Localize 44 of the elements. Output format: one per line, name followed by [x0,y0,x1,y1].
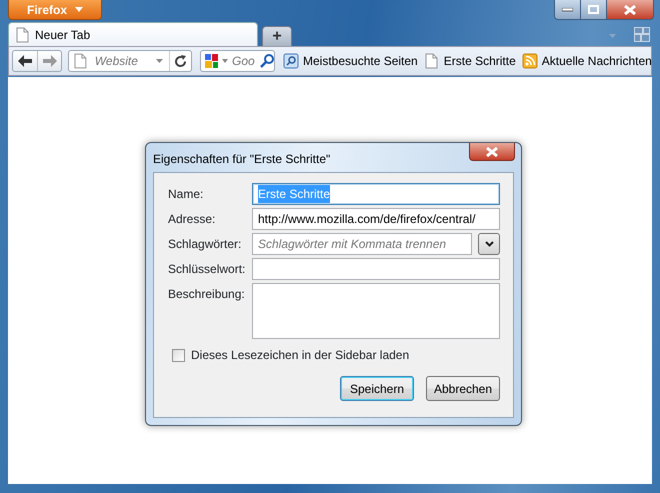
tags-field[interactable]: Schlagwörter mit Kommata trennen [252,233,472,255]
input-field[interactable] [252,258,500,280]
bookmark-link[interactable]: Aktuelle Nachrichten [522,52,652,70]
bookmark-link[interactable]: Meistbesuchte Seiten [283,52,418,70]
page-icon [73,53,89,69]
field-label: Adresse: [168,211,216,228]
minimize-button[interactable] [554,0,581,20]
bookmark-folder-icon [283,53,299,69]
cancel-button[interactable]: Abbrechen [426,376,500,401]
close-button[interactable] [469,143,515,161]
dialog-title: Eigenschaften für "Erste Schritte" [153,151,330,168]
input-field[interactable]: http://www.mozilla.com/de/firefox/central/ [252,208,500,230]
url-field[interactable]: Website [68,50,192,72]
field-label: Schlüsselwort: [168,261,246,278]
browser-tab[interactable]: Neuer Tab [8,22,258,46]
description-field[interactable] [252,283,500,339]
maximize-icon [588,5,599,14]
checkbox-label: Dieses Lesezeichen in der Sidebar laden [191,347,410,364]
search-engine-icon [204,53,220,69]
maximize-button[interactable] [581,0,607,20]
minimize-icon [562,8,573,12]
reload-icon[interactable] [174,54,187,68]
page-icon [15,26,29,42]
dropdown-arrow-icon [222,59,228,63]
close-button[interactable] [607,0,654,20]
dropdown-arrow-icon [156,59,163,63]
feed-icon [522,53,538,69]
save-button[interactable]: Speichern [340,376,414,401]
search-icon[interactable] [260,54,274,68]
checkbox[interactable] [172,348,185,362]
close-icon [624,4,636,14]
search-field[interactable]: Goo [200,50,275,72]
bookmark-link[interactable]: Erste Schritte [424,52,516,70]
new-tab-button[interactable]: + [262,26,292,46]
caret-icon [75,7,83,12]
field-label: Schlagwörter: [168,236,242,253]
chevron-down-icon [484,241,494,247]
page-icon [424,53,440,69]
field-label: Beschreibung: [168,286,246,303]
dropdown-button[interactable] [478,233,500,255]
field-label: Name: [168,186,204,203]
close-icon [486,146,498,156]
back-arrow-icon [18,55,32,67]
forward-arrow-icon [42,55,56,67]
